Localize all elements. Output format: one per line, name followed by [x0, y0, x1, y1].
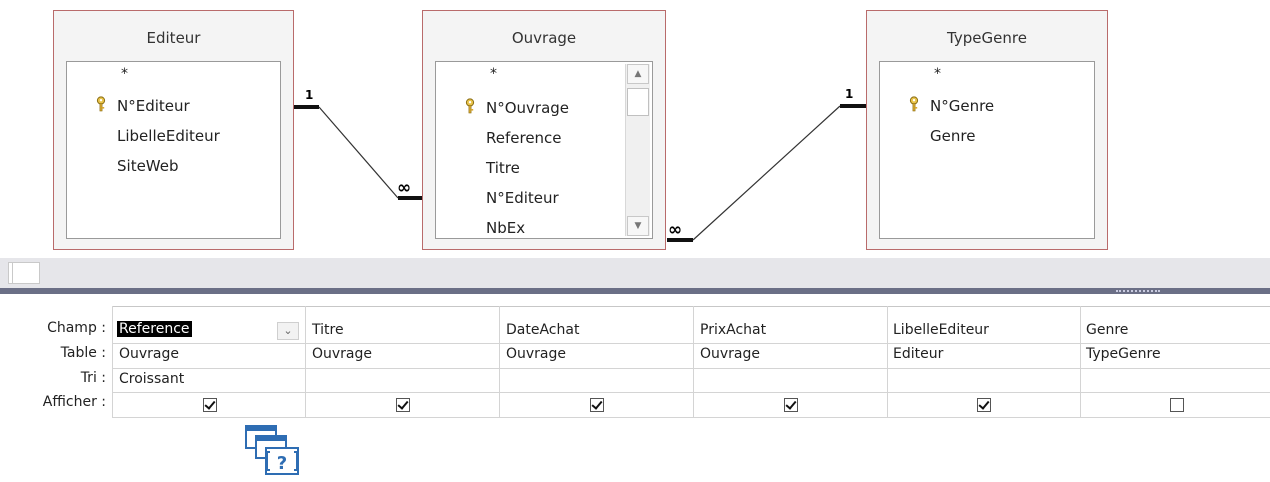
field-n-editeur[interactable]: N°Editeur — [117, 97, 190, 115]
grid-column-divider[interactable] — [499, 306, 500, 418]
grid-table-cell[interactable]: TypeGenre — [1086, 346, 1161, 362]
grid-field-cell[interactable]: Reference — [117, 321, 192, 337]
field-all-editeur[interactable]: * — [121, 66, 128, 82]
pane-splitter-area — [0, 258, 1270, 288]
field-reference[interactable]: Reference — [486, 129, 562, 147]
table-box-typegenre[interactable]: TypeGenre * N°Genre Genre — [866, 10, 1108, 250]
relationship-diagram-pane[interactable]: 1 ∞ 1 ∞ Editeur * N°Editeur LibelleEdite… — [0, 0, 1270, 258]
show-checkbox[interactable] — [784, 398, 798, 412]
row-label-afficher: Afficher : — [42, 394, 106, 410]
field-list-ouvrage[interactable]: * N°Ouvrage Reference Titre N°Editeur Nb… — [435, 61, 653, 239]
grid-row-divider — [112, 368, 1270, 369]
relation-typegenre-many-label: ∞ — [668, 220, 682, 240]
field-n-ouvrage[interactable]: N°Ouvrage — [486, 99, 569, 117]
grid-row-divider — [112, 417, 1270, 418]
grid-table-cell[interactable]: Ouvrage — [119, 346, 179, 362]
key-icon — [96, 96, 106, 112]
table-title-ouvrage[interactable]: Ouvrage — [423, 29, 665, 47]
grid-sort-cell[interactable]: Croissant — [119, 371, 184, 387]
scroll-thumb[interactable] — [627, 88, 649, 116]
table-title-typegenre[interactable]: TypeGenre — [867, 29, 1107, 47]
grid-top-border — [112, 306, 1270, 307]
grid-field-cell[interactable]: DateAchat — [506, 322, 579, 338]
grid-column-divider[interactable] — [112, 306, 113, 418]
show-checkbox[interactable] — [396, 398, 410, 412]
relation-editeur-ouvrage-line[interactable] — [318, 106, 399, 199]
grid-column-divider[interactable] — [1080, 306, 1081, 418]
field-nbex[interactable]: NbEx — [486, 219, 525, 237]
show-checkbox[interactable] — [977, 398, 991, 412]
field-n-editeur-ouvrage[interactable]: N°Editeur — [486, 189, 559, 207]
grid-table-cell[interactable]: Ouvrage — [312, 346, 372, 362]
row-label-champ: Champ : — [47, 320, 106, 336]
grid-table-cell[interactable]: Editeur — [893, 346, 943, 362]
field-list-scrollbar[interactable]: ▲ ▼ — [625, 64, 650, 236]
grid-table-cell[interactable]: Ouvrage — [700, 346, 760, 362]
field-all-ouvrage[interactable]: * — [490, 66, 497, 82]
grid-column-divider[interactable] — [305, 306, 306, 418]
grid-row-divider — [112, 343, 1270, 344]
show-checkbox[interactable] — [203, 398, 217, 412]
chevron-down-icon[interactable]: ⌄ — [277, 322, 299, 340]
show-checkbox[interactable] — [590, 398, 604, 412]
row-label-table: Table : — [60, 345, 106, 361]
relation-typegenre-one-label: 1 — [845, 87, 853, 101]
horizontal-scroll-box[interactable] — [8, 262, 40, 284]
table-box-editeur[interactable]: Editeur * N°Editeur LibelleEditeur SiteW… — [53, 10, 294, 250]
relation-editeur-many-label: ∞ — [397, 178, 411, 198]
field-site-web[interactable]: SiteWeb — [117, 157, 179, 175]
key-icon — [465, 98, 475, 114]
query-design-grid: Champ : Table : Tri : Afficher : Referen… — [0, 294, 1270, 482]
grid-column-divider[interactable] — [887, 306, 888, 418]
field-genre[interactable]: Genre — [930, 127, 975, 145]
scroll-down-button[interactable]: ▼ — [627, 216, 649, 236]
field-all-typegenre[interactable]: * — [934, 66, 941, 82]
grid-field-cell[interactable]: PrixAchat — [700, 322, 766, 338]
scroll-up-button[interactable]: ▲ — [627, 64, 649, 84]
help-question-glyph: ? — [277, 453, 287, 474]
table-title-editeur[interactable]: Editeur — [54, 29, 293, 47]
grid-column-divider[interactable] — [693, 306, 694, 418]
row-label-tri: Tri : — [80, 370, 106, 386]
table-box-ouvrage[interactable]: Ouvrage * N°Ouvrage Reference Titre N°Ed… — [422, 10, 666, 250]
relation-editeur-one-label: 1 — [305, 88, 313, 102]
field-list-typegenre[interactable]: * N°Genre Genre — [879, 61, 1095, 239]
field-libelle-editeur[interactable]: LibelleEditeur — [117, 127, 220, 145]
relation-typegenre-ouvrage-line[interactable] — [692, 105, 841, 241]
query-designer-window: 1 ∞ 1 ∞ Editeur * N°Editeur LibelleEdite… — [0, 0, 1270, 482]
grid-field-cell[interactable]: LibelleEditeur — [893, 322, 989, 338]
field-list-editeur[interactable]: * N°Editeur LibelleEditeur SiteWeb — [66, 61, 281, 239]
grid-table-cell[interactable]: Ouvrage — [506, 346, 566, 362]
field-n-genre[interactable]: N°Genre — [930, 97, 994, 115]
grid-field-cell[interactable]: Genre — [1086, 322, 1128, 338]
key-icon — [909, 96, 919, 112]
show-checkbox[interactable] — [1170, 398, 1184, 412]
query-help-icon[interactable]: ? — [244, 424, 302, 478]
grid-field-cell[interactable]: Titre — [312, 322, 344, 338]
grid-row-divider — [112, 392, 1270, 393]
field-titre[interactable]: Titre — [486, 159, 520, 177]
